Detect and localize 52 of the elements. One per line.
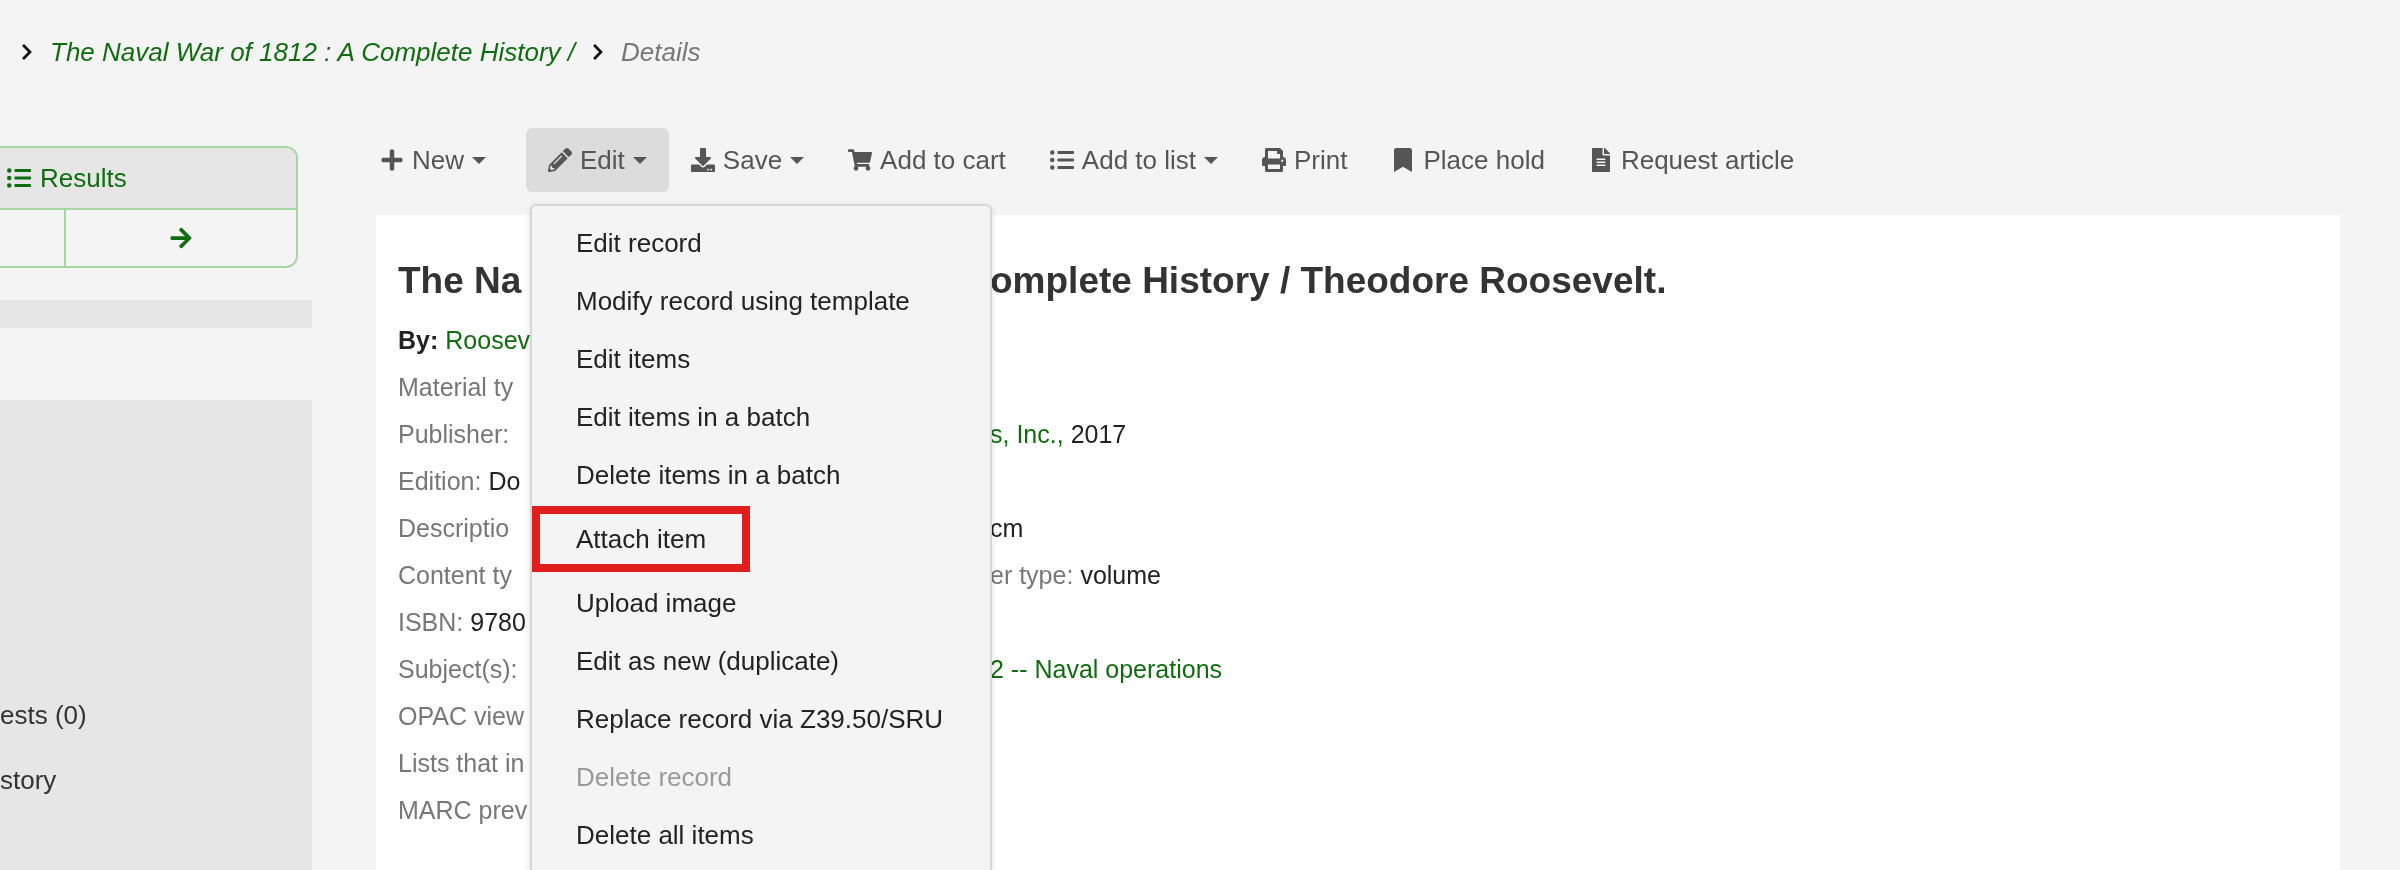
menu-item[interactable]: Edit items in a batch xyxy=(532,388,855,446)
field-label: Subject(s): xyxy=(398,655,518,684)
chevron-icon xyxy=(20,43,34,61)
field-value: By: xyxy=(398,326,439,355)
toolbar-button[interactable]: Place hold xyxy=(1387,128,1567,192)
results-link[interactable]: Results xyxy=(0,148,296,210)
field-value: Do xyxy=(488,467,521,496)
field-label: OPAC view xyxy=(398,702,524,731)
record-title: The Na xyxy=(398,260,523,302)
toolbar-button[interactable]: Save xyxy=(686,128,827,192)
menu-item[interactable]: Delete all items xyxy=(532,806,798,864)
field-label: Material ty xyxy=(398,373,514,402)
plus-icon xyxy=(380,148,404,172)
menu-item[interactable]: Edit record xyxy=(532,214,746,272)
field-label: Content ty xyxy=(398,561,512,590)
sidebar-item[interactable]: story xyxy=(0,765,312,796)
toolbar-button[interactable]: Add to list xyxy=(1045,128,1240,192)
list-icon xyxy=(1049,148,1074,172)
field-label: Descriptio xyxy=(398,514,510,543)
menu-item[interactable]: Edit as new (duplicate) xyxy=(532,632,884,690)
toolbar-button[interactable]: Add to cart xyxy=(844,128,1028,192)
field-label: ISBN: xyxy=(398,608,464,637)
next-arrow-icon[interactable] xyxy=(169,226,193,250)
field-value: 2017 xyxy=(1070,420,1127,449)
field-label: MARC prev xyxy=(398,796,528,825)
record-link[interactable]: Roosev xyxy=(445,326,531,355)
download-icon xyxy=(690,148,715,172)
menu-item[interactable]: Upload image xyxy=(532,574,781,632)
field-value: 9780 xyxy=(470,608,526,637)
sidebar-item[interactable]: ests (0) xyxy=(0,700,312,731)
field-label: Publisher: xyxy=(398,420,510,449)
record-title: omplete History / Theodore Roosevelt. xyxy=(990,260,1668,302)
list-icon xyxy=(6,166,32,190)
breadcrumb-current: Details xyxy=(621,36,701,68)
cart-icon xyxy=(848,148,873,172)
toolbar-button[interactable]: Request article xyxy=(1584,128,1817,192)
printer-icon xyxy=(1262,148,1286,172)
toolbar-button[interactable]: Edit xyxy=(526,128,669,192)
field-value: volume xyxy=(1080,561,1161,590)
record-link[interactable]: 2 -- Naval operations xyxy=(990,655,1223,684)
menu-item[interactable]: Modify record using template xyxy=(532,272,954,330)
toolbar-button[interactable]: Print xyxy=(1258,128,1370,192)
field-label: Edition: xyxy=(398,467,482,496)
toolbar-button[interactable]: New xyxy=(376,128,508,192)
field-value: cm xyxy=(990,514,1024,543)
breadcrumb-link[interactable]: The Naval War of 1812 : A Complete History / xyxy=(50,36,576,68)
menu-item[interactable]: Delete items in a batch xyxy=(532,446,885,504)
menu-item[interactable]: Edit items xyxy=(532,330,735,388)
menu-item[interactable]: Attach item xyxy=(532,506,751,572)
field-label: Lists that in xyxy=(398,749,525,778)
menu-item[interactable]: Replace record via Z39.50/SRU xyxy=(532,690,988,748)
pencil-icon xyxy=(548,148,572,172)
